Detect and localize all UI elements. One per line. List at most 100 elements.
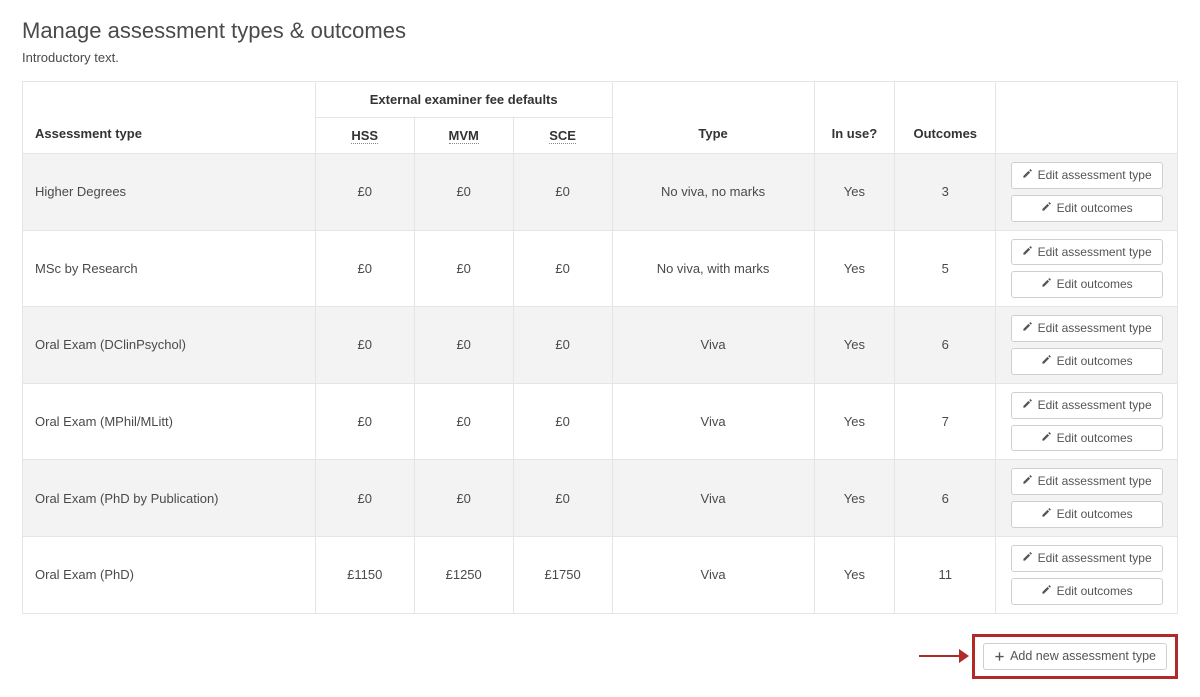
type-value: Viva: [612, 383, 814, 460]
highlight-annotation: Add new assessment type: [972, 634, 1178, 680]
pencil-icon: [1041, 353, 1052, 370]
fee-hss: £0: [315, 307, 414, 384]
fee-sce: £0: [513, 307, 612, 384]
edit-outcomes-label: Edit outcomes: [1057, 276, 1133, 293]
edit-assessment-type-button[interactable]: Edit assessment type: [1011, 468, 1163, 495]
edit-assessment-type-button[interactable]: Edit assessment type: [1011, 545, 1163, 572]
in-use-value: Yes: [814, 307, 895, 384]
fee-mvm: £0: [414, 307, 513, 384]
page-title: Manage assessment types & outcomes: [22, 18, 1178, 44]
in-use-value: Yes: [814, 230, 895, 307]
fee-mvm: £1250: [414, 536, 513, 613]
edit-outcomes-button[interactable]: Edit outcomes: [1011, 578, 1163, 605]
header-mvm: MVM: [414, 118, 513, 154]
header-hss: HSS: [315, 118, 414, 154]
edit-type-label: Edit assessment type: [1038, 473, 1152, 490]
in-use-value: Yes: [814, 536, 895, 613]
table-row: Oral Exam (MPhil/MLitt)£0£0£0VivaYes7Edi…: [23, 383, 1178, 460]
pencil-icon: [1041, 276, 1052, 293]
pencil-icon: [1041, 506, 1052, 523]
fee-hss: £0: [315, 154, 414, 231]
pencil-icon: [1022, 473, 1033, 490]
assessment-name: Oral Exam (PhD by Publication): [23, 460, 316, 537]
fee-sce: £1750: [513, 536, 612, 613]
fee-mvm: £0: [414, 383, 513, 460]
edit-outcomes-button[interactable]: Edit outcomes: [1011, 348, 1163, 375]
type-value: Viva: [612, 536, 814, 613]
header-fee-group: External examiner fee defaults: [315, 82, 612, 118]
edit-outcomes-button[interactable]: Edit outcomes: [1011, 271, 1163, 298]
edit-outcomes-button[interactable]: Edit outcomes: [1011, 195, 1163, 222]
assessment-name: Oral Exam (PhD): [23, 536, 316, 613]
fee-sce: £0: [513, 460, 612, 537]
fee-sce: £0: [513, 230, 612, 307]
table-row: Oral Exam (PhD by Publication)£0£0£0Viva…: [23, 460, 1178, 537]
edit-outcomes-label: Edit outcomes: [1057, 430, 1133, 447]
fee-sce: £0: [513, 154, 612, 231]
outcomes-count: 3: [895, 154, 996, 231]
fee-hss: £0: [315, 230, 414, 307]
plus-icon: [994, 651, 1005, 662]
table-row: Oral Exam (DClinPsychol)£0£0£0VivaYes6Ed…: [23, 307, 1178, 384]
edit-outcomes-label: Edit outcomes: [1057, 200, 1133, 217]
pencil-icon: [1041, 430, 1052, 447]
fee-sce: £0: [513, 383, 612, 460]
edit-type-label: Edit assessment type: [1038, 550, 1152, 567]
edit-outcomes-label: Edit outcomes: [1057, 506, 1133, 523]
header-outcomes: Outcomes: [895, 82, 996, 154]
header-sce: SCE: [513, 118, 612, 154]
pencil-icon: [1022, 397, 1033, 414]
fee-mvm: £0: [414, 230, 513, 307]
assessment-name: MSc by Research: [23, 230, 316, 307]
table-row: Oral Exam (PhD)£1150£1250£1750VivaYes11 E…: [23, 536, 1178, 613]
assessment-name: Oral Exam (MPhil/MLitt): [23, 383, 316, 460]
in-use-value: Yes: [814, 460, 895, 537]
pencil-icon: [1022, 244, 1033, 261]
header-in-use: In use?: [814, 82, 895, 154]
pencil-icon: [1022, 320, 1033, 337]
pencil-icon: [1022, 167, 1033, 184]
pencil-icon: [1022, 550, 1033, 567]
edit-assessment-type-button[interactable]: Edit assessment type: [1011, 162, 1163, 189]
arrow-annotation: [919, 649, 969, 663]
type-value: No viva, no marks: [612, 154, 814, 231]
edit-assessment-type-button[interactable]: Edit assessment type: [1011, 315, 1163, 342]
edit-type-label: Edit assessment type: [1038, 244, 1152, 261]
edit-assessment-type-button[interactable]: Edit assessment type: [1011, 392, 1163, 419]
intro-text: Introductory text.: [22, 50, 1178, 65]
outcomes-count: 11: [895, 536, 996, 613]
in-use-value: Yes: [814, 154, 895, 231]
outcomes-count: 6: [895, 460, 996, 537]
edit-outcomes-button[interactable]: Edit outcomes: [1011, 501, 1163, 528]
fee-hss: £0: [315, 460, 414, 537]
outcomes-count: 6: [895, 307, 996, 384]
fee-hss: £0: [315, 383, 414, 460]
edit-type-label: Edit assessment type: [1038, 397, 1152, 414]
type-value: Viva: [612, 460, 814, 537]
pencil-icon: [1041, 583, 1052, 600]
fee-hss: £1150: [315, 536, 414, 613]
edit-type-label: Edit assessment type: [1038, 320, 1152, 337]
edit-outcomes-label: Edit outcomes: [1057, 583, 1133, 600]
assessment-name: Oral Exam (DClinPsychol): [23, 307, 316, 384]
in-use-value: Yes: [814, 383, 895, 460]
edit-assessment-type-button[interactable]: Edit assessment type: [1011, 239, 1163, 266]
assessment-name: Higher Degrees: [23, 154, 316, 231]
table-row: MSc by Research£0£0£0No viva, with marks…: [23, 230, 1178, 307]
header-assessment-type: Assessment type: [23, 82, 316, 154]
edit-outcomes-button[interactable]: Edit outcomes: [1011, 425, 1163, 452]
outcomes-count: 5: [895, 230, 996, 307]
add-assessment-type-button[interactable]: Add new assessment type: [983, 643, 1167, 671]
outcomes-count: 7: [895, 383, 996, 460]
fee-mvm: £0: [414, 154, 513, 231]
type-value: No viva, with marks: [612, 230, 814, 307]
fee-mvm: £0: [414, 460, 513, 537]
pencil-icon: [1041, 200, 1052, 217]
add-button-label: Add new assessment type: [1010, 648, 1156, 666]
edit-outcomes-label: Edit outcomes: [1057, 353, 1133, 370]
assessment-types-table: Assessment type External examiner fee de…: [22, 81, 1178, 614]
type-value: Viva: [612, 307, 814, 384]
table-row: Higher Degrees£0£0£0No viva, no marksYes…: [23, 154, 1178, 231]
edit-type-label: Edit assessment type: [1038, 167, 1152, 184]
header-actions: [996, 82, 1178, 154]
